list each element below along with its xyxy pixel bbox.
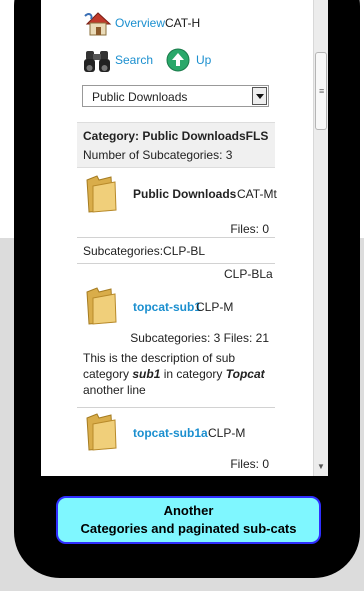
category-header: Category: Public DownloadsFLS Number of … <box>77 122 275 168</box>
subcategory-code: CLP-M <box>196 300 234 314</box>
up-arrow-icon[interactable] <box>166 48 190 72</box>
scrollbar-thumb[interactable]: ≡ <box>315 52 327 130</box>
item-code: CAT-Mt <box>237 187 277 201</box>
overview-code: CAT-H <box>165 16 201 30</box>
subcategory-stats: Subcategories: 3 Files: 21 <box>130 331 269 345</box>
category-select[interactable]: Public Downloads <box>82 85 269 107</box>
subcategories-label: Subcategories:CLP-BL <box>83 244 206 258</box>
binoculars-icon[interactable] <box>83 48 111 74</box>
caption-line-1: Another <box>163 503 214 518</box>
list-item[interactable]: topcat-sub1a CLP-M Files: 0 <box>77 408 275 476</box>
content-area: Overview CAT-H Search Up Public Download… <box>41 0 313 476</box>
category-title: Category: Public DownloadsFLS <box>83 129 269 143</box>
subcategory-description: This is the description of sub category … <box>83 350 271 398</box>
subcategory-link[interactable]: topcat-sub1 <box>133 300 201 314</box>
list-item[interactable]: topcat-sub1 CLP-M Subcategories: 3 Files… <box>77 282 275 408</box>
select-dropdown-button[interactable] <box>252 87 267 105</box>
desc-emphasis: Topcat <box>225 367 265 381</box>
desc-emphasis: sub1 <box>132 367 161 381</box>
desc-text: in category <box>160 367 226 381</box>
subcategory-files: Files: 0 <box>230 457 269 471</box>
grip-icon: ≡ <box>319 86 325 96</box>
subcategories-header: Subcategories:CLP-BL <box>77 238 275 264</box>
scrollbar[interactable]: ≡ ▼ <box>313 0 328 476</box>
scroll-down-icon[interactable]: ▼ <box>317 462 325 471</box>
desc-text: another line <box>83 383 146 397</box>
folder-icon[interactable] <box>83 174 119 214</box>
caption-box: Another Categories and paginated sub-cat… <box>56 496 321 544</box>
subcategory-code: CLP-M <box>208 426 246 440</box>
overview-link[interactable]: Overview <box>115 16 165 30</box>
subcategories-code: CLP-BLa <box>224 267 273 281</box>
caption-line-2: Categories and paginated sub-cats <box>80 521 297 536</box>
home-icon[interactable] <box>83 10 113 36</box>
item-title[interactable]: Public Downloads <box>133 187 236 201</box>
category-select-value: Public Downloads <box>92 90 188 104</box>
folder-icon[interactable] <box>83 412 119 452</box>
phone-screen: Overview CAT-H Search Up Public Download… <box>41 0 328 476</box>
subcategory-count: Number of Subcategories: 3 <box>83 148 233 162</box>
folder-icon[interactable] <box>83 286 119 326</box>
item-files: Files: 0 <box>230 222 269 236</box>
up-link[interactable]: Up <box>196 53 211 67</box>
subcategory-link[interactable]: topcat-sub1a <box>133 426 208 440</box>
list-item[interactable]: Public Downloads CAT-Mt Files: 0 <box>77 168 277 238</box>
search-link[interactable]: Search <box>115 53 153 67</box>
chevron-down-icon <box>256 94 264 99</box>
